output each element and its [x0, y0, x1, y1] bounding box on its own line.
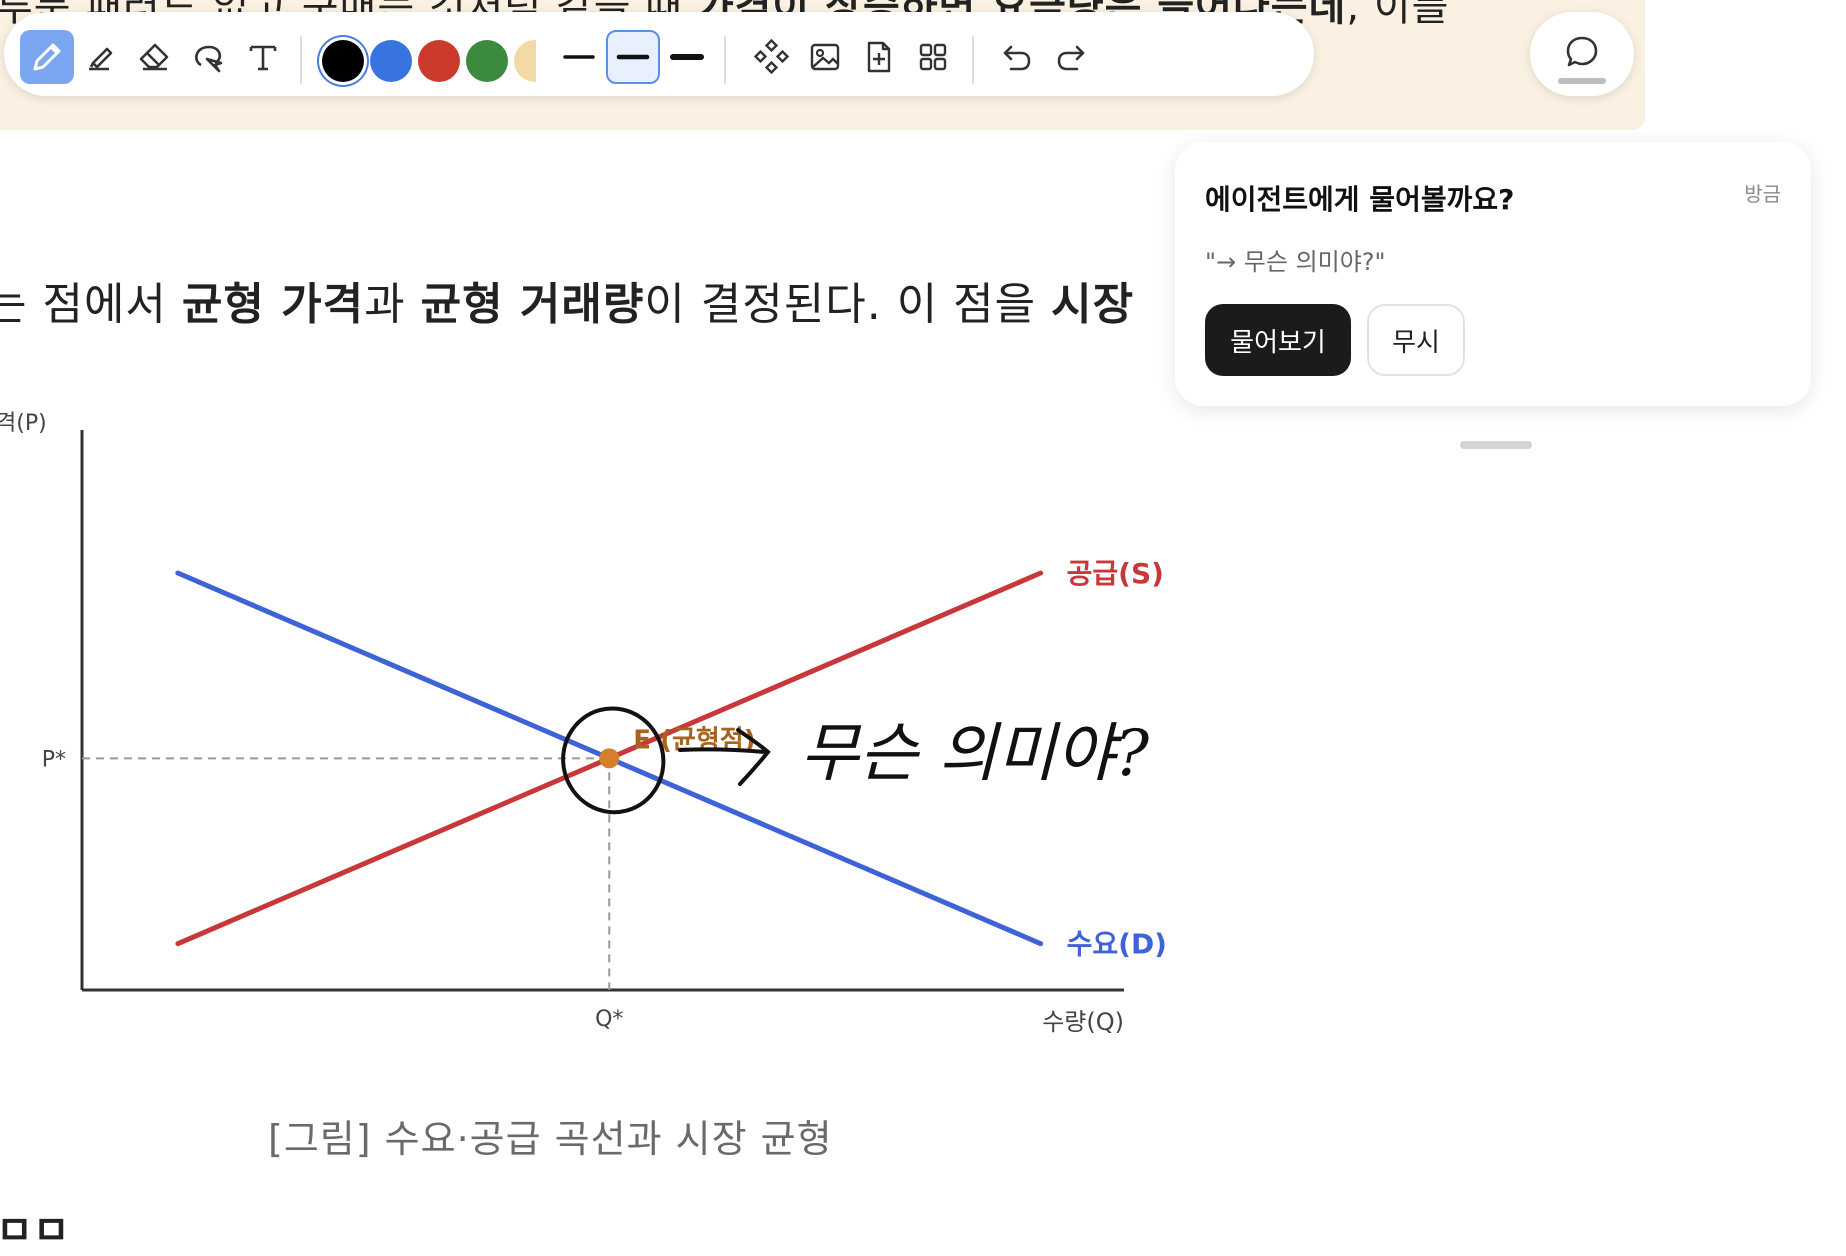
- next-heading-fragment: ㅁㅁ: [0, 1208, 70, 1254]
- chat-bubble-icon: [1566, 36, 1598, 67]
- handwritten-note: 무슨 의미야?: [800, 717, 1150, 791]
- add-page-icon: [867, 41, 891, 73]
- stroke-medium-icon: [616, 54, 650, 60]
- pen-icon: [33, 43, 61, 71]
- highlighter-tool-button[interactable]: [74, 30, 128, 84]
- top-line-part-2: , 이를: [1346, 0, 1450, 30]
- image-button[interactable]: [798, 30, 852, 84]
- shapes-icon: [753, 38, 790, 75]
- color-swatch-yellow[interactable]: [514, 40, 536, 82]
- stroke-thin-button[interactable]: [552, 30, 606, 84]
- paragraph-part-2: 과: [364, 279, 421, 330]
- eraser-tool-button[interactable]: [128, 30, 182, 84]
- ignore-button[interactable]: 무시: [1367, 304, 1465, 376]
- add-page-button[interactable]: [852, 30, 906, 84]
- color-swatch-black[interactable]: [322, 40, 364, 82]
- series-label-1: 수요(D): [1067, 928, 1167, 961]
- p-star-tick-label: P*: [42, 747, 66, 772]
- drawing-toolbar: [4, 12, 1314, 96]
- x-axis-label: 수량(Q): [1042, 1008, 1124, 1036]
- undo-icon: [1003, 45, 1031, 71]
- popup-title: 에이전트에게 물어볼까요?: [1205, 183, 1515, 216]
- pen-tool-button[interactable]: [20, 30, 74, 84]
- grid-icon: [919, 43, 947, 71]
- panel-drag-handle[interactable]: [1460, 441, 1532, 449]
- agent-suggestion-popup: 에이전트에게 물어볼까요? 방금 "→ 무슨 의미야?" 물어보기 무시: [1175, 142, 1811, 406]
- chat-indicator-bar: [1558, 78, 1606, 84]
- image-icon: [810, 43, 840, 71]
- paragraph-part-4: 이 결정된다. 이 점을: [644, 279, 1052, 330]
- lasso-icon: [195, 45, 223, 73]
- y-axis-label: 격(P): [0, 411, 47, 436]
- toolbar-divider: [972, 36, 974, 84]
- toolbar-divider: [300, 36, 302, 84]
- eraser-icon: [139, 43, 169, 71]
- toolbar-divider: [724, 36, 726, 84]
- agent-chat-button[interactable]: [1530, 12, 1634, 96]
- shapes-button[interactable]: [744, 30, 798, 84]
- color-swatch-green[interactable]: [466, 40, 508, 82]
- color-swatch-blue[interactable]: [370, 40, 412, 82]
- grid-view-button[interactable]: [906, 30, 960, 84]
- stroke-thick-icon: [670, 54, 704, 60]
- redo-icon: [1057, 45, 1085, 71]
- stroke-medium-button[interactable]: [606, 30, 660, 84]
- paragraph-part-0: 는 점에서: [0, 279, 182, 330]
- text-icon: [249, 45, 277, 71]
- stroke-thin-icon: [563, 55, 595, 59]
- supply-demand-chart: 격(P)수량(Q)P*Q*공급(S)수요(D)E (균형점) 무슨 의미야?: [0, 411, 1167, 1036]
- color-swatch-red[interactable]: [418, 40, 460, 82]
- popup-quote: "→ 무슨 의미야?": [1205, 248, 1386, 276]
- ask-agent-button[interactable]: 물어보기: [1205, 304, 1351, 376]
- paragraph-text: 는 점에서 균형 가격과 균형 거래량이 결정된다. 이 점을 시장: [0, 268, 1134, 332]
- paragraph-part-3: 균형 거래량: [420, 279, 645, 330]
- paragraph-part-5: 시장: [1051, 279, 1135, 330]
- figure-caption: [그림] 수요·공급 곡선과 시장 균형: [268, 1117, 833, 1161]
- undo-button[interactable]: [990, 30, 1044, 84]
- paragraph-part-1: 균형 가격: [181, 279, 365, 330]
- q-star-tick-label: Q*: [595, 1007, 623, 1032]
- redo-button[interactable]: [1044, 30, 1098, 84]
- stroke-thick-button[interactable]: [660, 30, 714, 84]
- highlighter-icon: [89, 47, 113, 71]
- text-tool-button[interactable]: [236, 30, 290, 84]
- series-label-0: 공급(S): [1067, 557, 1164, 590]
- popup-timestamp: 방금: [1744, 182, 1781, 206]
- equilibrium-point: [599, 748, 620, 769]
- lasso-tool-button[interactable]: [182, 30, 236, 84]
